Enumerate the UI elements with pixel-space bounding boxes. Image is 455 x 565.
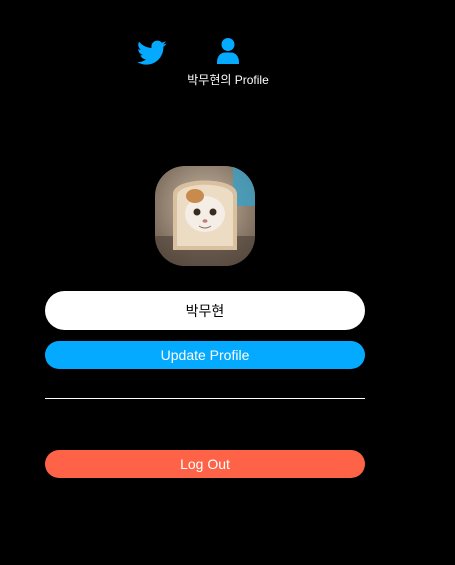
user-icon <box>217 38 239 64</box>
profile-link-label: 박무현의 Profile <box>187 73 269 87</box>
divider <box>45 398 365 399</box>
avatar <box>155 166 255 266</box>
profile-link[interactable]: 박무현의 Profile <box>170 38 286 90</box>
home-link[interactable] <box>137 40 167 66</box>
update-profile-button[interactable]: Update Profile <box>45 341 365 369</box>
display-name-input[interactable] <box>45 291 365 330</box>
logout-button[interactable]: Log Out <box>45 450 365 478</box>
profile-page: 박무현의 Profile Update <box>0 0 455 565</box>
twitter-icon <box>137 40 167 66</box>
